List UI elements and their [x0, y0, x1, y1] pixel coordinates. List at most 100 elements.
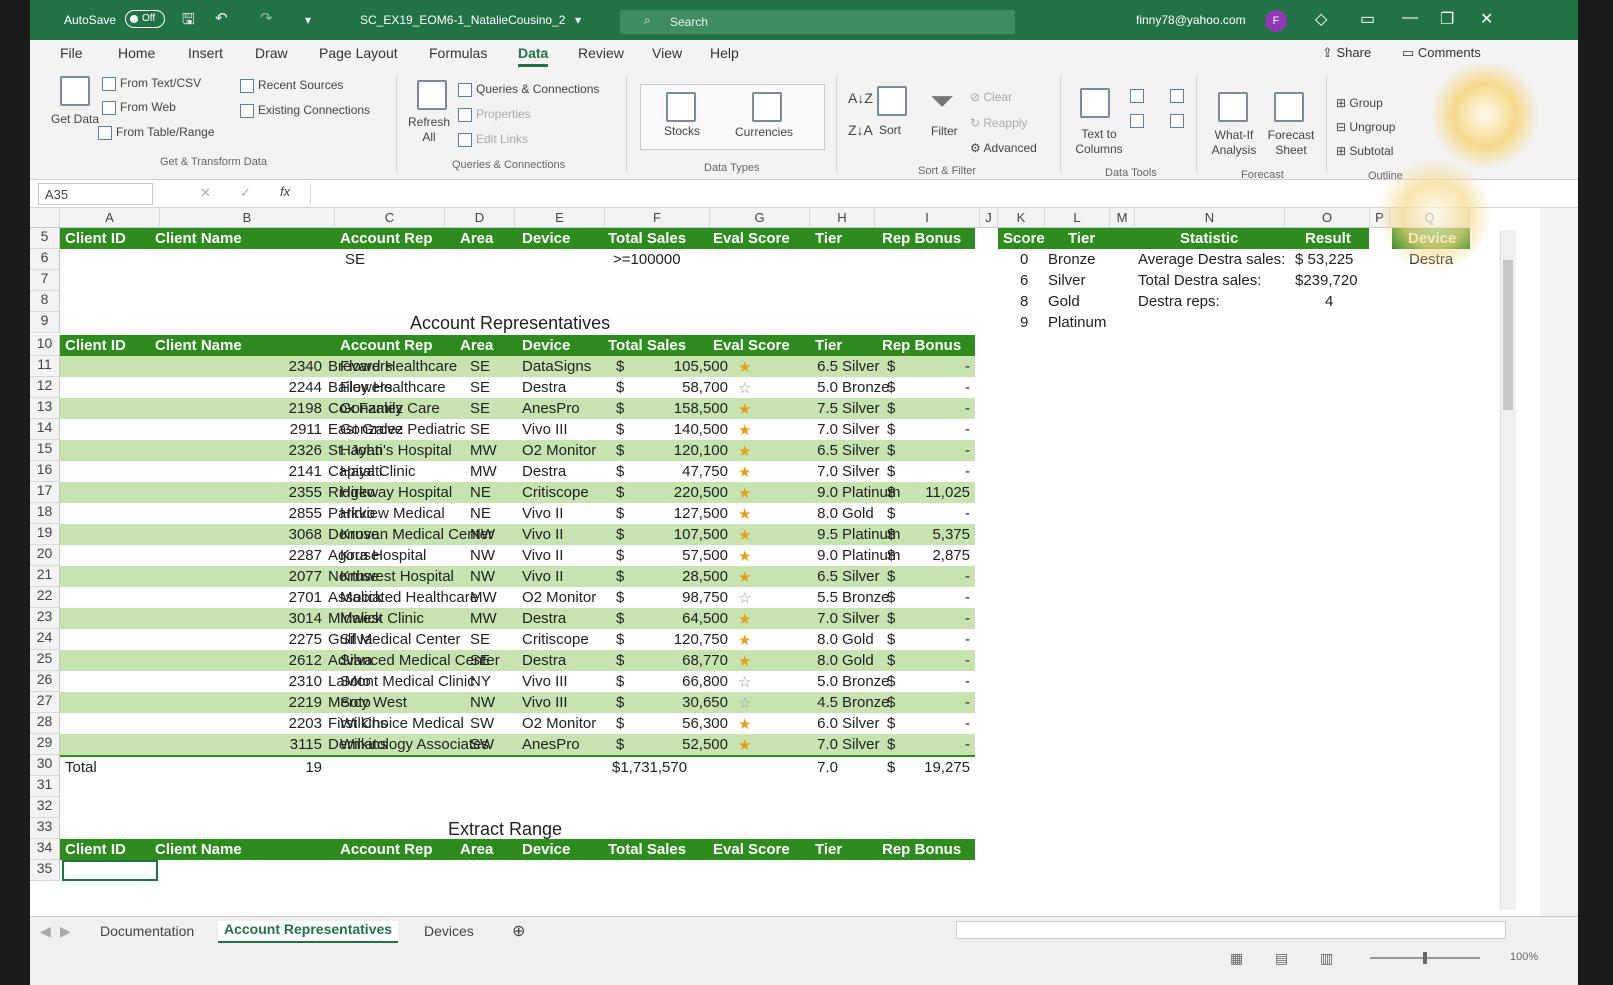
- page-break-icon[interactable]: ▥: [1320, 950, 1333, 967]
- undo-icon[interactable]: ↶: [215, 9, 228, 27]
- row-header[interactable]: 20: [30, 545, 60, 566]
- chevron-down-icon[interactable]: ▾: [575, 13, 581, 27]
- row-header[interactable]: 32: [30, 797, 60, 818]
- table-row[interactable]: 2340 Brevard Healthcare Flowers SE DataSigns…: [60, 356, 975, 377]
- column-header[interactable]: M: [1110, 208, 1135, 228]
- remove-duplicates-icon[interactable]: [1130, 113, 1148, 128]
- tier-row[interactable]: 8 Gold: [998, 291, 1138, 312]
- tab-help[interactable]: Help: [710, 45, 739, 61]
- tab-file[interactable]: File: [60, 45, 83, 61]
- column-header[interactable]: E: [515, 208, 605, 228]
- from-table-button[interactable]: From Table/Range: [98, 125, 215, 140]
- row-header[interactable]: 29: [30, 734, 60, 755]
- add-sheet-icon[interactable]: ⊕: [512, 921, 525, 941]
- consolidate-icon[interactable]: [1170, 88, 1188, 103]
- horizontal-scrollbar[interactable]: [956, 921, 1506, 939]
- redo-icon[interactable]: ↷: [260, 9, 273, 27]
- row-header[interactable]: 19: [30, 524, 60, 545]
- row-header[interactable]: 26: [30, 671, 60, 692]
- search-box[interactable]: ⌕ Search: [620, 10, 1015, 34]
- ungroup-button[interactable]: ⊟ Ungroup: [1336, 120, 1395, 134]
- table-row[interactable]: 2203 First Choice Medical Wilkins SW O2 Moni…: [60, 713, 975, 734]
- table-row[interactable]: 2077 Northwest Hospital Kruse NW Vivo II $28,…: [60, 566, 975, 587]
- selected-cell-a35[interactable]: [62, 860, 158, 881]
- row-header[interactable]: 23: [30, 608, 60, 629]
- criteria-header-row[interactable]: Client ID Client Name Account Rep Area Devic…: [60, 228, 975, 249]
- row-header[interactable]: 17: [30, 482, 60, 503]
- zoom-level[interactable]: 100%: [1510, 951, 1538, 963]
- select-all-corner[interactable]: [30, 208, 60, 228]
- row-header[interactable]: 31: [30, 776, 60, 797]
- existing-connections-button[interactable]: Existing Connections: [240, 103, 370, 118]
- table-row[interactable]: 2198 Cox Family Care Gonzalez SE AnesPro $158…: [60, 398, 975, 419]
- column-header[interactable]: G: [710, 208, 810, 228]
- stocks-button[interactable]: Stocks: [664, 124, 700, 138]
- column-header[interactable]: O: [1285, 208, 1370, 228]
- tier-row[interactable]: 9 Platinum: [998, 312, 1138, 333]
- properties-button[interactable]: Properties: [458, 107, 531, 122]
- next-sheet-icon[interactable]: ▶: [60, 923, 71, 940]
- row-header[interactable]: 24: [30, 629, 60, 650]
- table-row[interactable]: 2326 St. John's Hospital Hayati MW O2 Monito…: [60, 440, 975, 461]
- table-row[interactable]: 2219 Mercy West Soto NW Vivo III $30,650 ☆ 4.5 B…: [60, 692, 975, 713]
- table-header-row[interactable]: Client ID Client Name Account Rep Area Devic…: [60, 335, 975, 356]
- flash-fill-icon[interactable]: [1130, 88, 1148, 103]
- table-row[interactable]: 2244 Bailey Healthcare Flowers SE Destra $58,…: [60, 377, 975, 398]
- relationships-icon[interactable]: [1170, 113, 1188, 128]
- row-header[interactable]: 13: [30, 398, 60, 419]
- sort-button[interactable]: Sort: [879, 123, 901, 137]
- table-row[interactable]: 2355 Ridgeway Hospital Hirko NE Critiscope $2…: [60, 482, 975, 503]
- normal-view-icon[interactable]: ▦: [1230, 950, 1243, 967]
- tab-draw[interactable]: Draw: [255, 45, 288, 61]
- clear-button[interactable]: ⊘ Clear: [970, 90, 1012, 104]
- row-header[interactable]: 22: [30, 587, 60, 608]
- row-header[interactable]: 14: [30, 419, 60, 440]
- sheet-tab-devices[interactable]: Devices: [424, 923, 474, 939]
- row-header[interactable]: 33: [30, 818, 60, 839]
- row-header[interactable]: 12: [30, 377, 60, 398]
- tab-insert[interactable]: Insert: [188, 45, 223, 61]
- row-header[interactable]: 9: [30, 312, 60, 333]
- column-header[interactable]: L: [1045, 208, 1110, 228]
- cancel-icon[interactable]: ✕: [200, 185, 211, 201]
- row-header[interactable]: 30: [30, 755, 60, 776]
- tab-formulas[interactable]: Formulas: [429, 45, 487, 61]
- row-header[interactable]: 5: [30, 228, 60, 249]
- criteria-row[interactable]: SE >=100000: [60, 249, 975, 270]
- column-header[interactable]: N: [1135, 208, 1285, 228]
- table-row[interactable]: 2701 Associated Healthcare Malick MW O2 Moni…: [60, 587, 975, 608]
- column-header[interactable]: K: [998, 208, 1045, 228]
- column-header[interactable]: D: [445, 208, 515, 228]
- from-web-button[interactable]: From Web: [102, 100, 176, 115]
- from-text-csv-button[interactable]: From Text/CSV: [102, 76, 201, 91]
- sort-descending-icon[interactable]: Z↓A: [848, 122, 873, 138]
- currencies-button[interactable]: Currencies: [735, 125, 793, 139]
- tab-review[interactable]: Review: [578, 45, 624, 61]
- column-header[interactable]: F: [605, 208, 710, 228]
- vertical-scroll-thumb[interactable]: [1503, 260, 1513, 410]
- row-header[interactable]: 6: [30, 249, 60, 270]
- ribbon-display-icon[interactable]: ▭: [1360, 9, 1375, 29]
- row-header[interactable]: 15: [30, 440, 60, 461]
- table-row[interactable]: 2275 Gulf Medical Center Silva SE Critiscope…: [60, 629, 975, 650]
- page-layout-icon[interactable]: ▤: [1275, 950, 1288, 967]
- row-header[interactable]: 16: [30, 461, 60, 482]
- row-header[interactable]: 21: [30, 566, 60, 587]
- column-header[interactable]: C: [335, 208, 445, 228]
- edit-links-button[interactable]: Edit Links: [458, 132, 528, 147]
- table-row[interactable]: 3068 Donovan Medical Center Kruse NW Vivo II…: [60, 524, 975, 545]
- autosave-toggle[interactable]: Off: [125, 10, 165, 28]
- subtotal-button[interactable]: ⊞ Subtotal: [1336, 144, 1393, 158]
- save-icon[interactable]: 🖫: [182, 9, 195, 34]
- table-row[interactable]: 3014 Midwest Clinic Malick MW Destra $64,500 ★…: [60, 608, 975, 629]
- row-header[interactable]: 27: [30, 692, 60, 713]
- row-header[interactable]: 8: [30, 291, 60, 312]
- row-header[interactable]: 7: [30, 270, 60, 291]
- tab-data[interactable]: Data: [518, 45, 549, 67]
- formula-input[interactable]: [310, 183, 1490, 205]
- diamond-icon[interactable]: ◇: [1315, 9, 1327, 29]
- insert-function-icon[interactable]: fx: [280, 184, 290, 199]
- enter-icon[interactable]: ✓: [240, 185, 251, 201]
- table-row[interactable]: 2612 Advanced Medical Center Silva SE Destra…: [60, 650, 975, 671]
- table-row[interactable]: 2855 Parkview Medical Hirko NE Vivo II $127,5…: [60, 503, 975, 524]
